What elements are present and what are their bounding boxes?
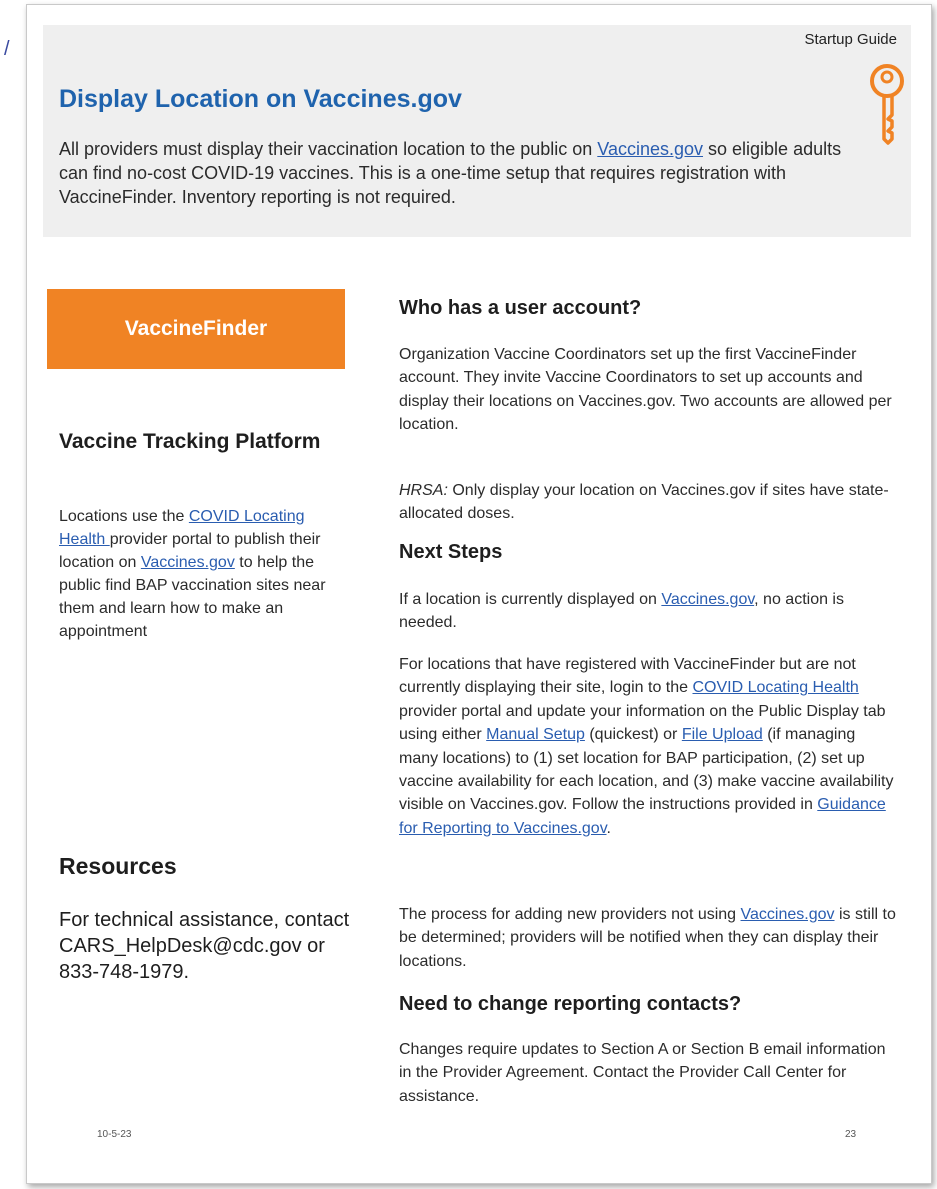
vaccines-gov-link[interactable]: Vaccines.gov [141, 554, 235, 571]
header-band: Startup Guide Display Location on Vaccin… [43, 25, 911, 237]
next-steps-heading: Next Steps [399, 541, 503, 563]
resources-text: For technical assistance, contact CARS_H… [59, 909, 350, 983]
next-steps-paragraph-3: The process for adding new providers not… [399, 906, 896, 970]
file-upload-link[interactable]: File Upload [682, 726, 763, 743]
contacts-paragraph: Changes require updates to Section A or … [399, 1041, 886, 1105]
who-heading: Who has a user account? [399, 297, 642, 319]
page-number: 23 [845, 1129, 857, 1140]
covid-locating-health-link[interactable]: COVID Locating Health [692, 679, 858, 696]
next-steps-paragraph-1: If a location is currently displayed on … [399, 591, 844, 632]
intro-paragraph: All providers must display their vaccina… [59, 139, 842, 207]
hrsa-paragraph: HRSA: Only display your location on Vacc… [399, 482, 889, 523]
who-paragraph: Organization Vaccine Coordinators set up… [399, 346, 892, 434]
startup-guide-label: Startup Guide [804, 31, 897, 48]
vaccines-gov-link[interactable]: Vaccines.gov [597, 139, 703, 159]
key-icon [870, 64, 904, 145]
platform-paragraph: Locations use the COVID Locating Health … [59, 508, 326, 640]
contacts-heading: Need to change reporting contacts? [399, 993, 742, 1015]
page-edge-mark: / [4, 38, 10, 60]
resources-heading: Resources [59, 853, 177, 879]
next-steps-paragraph-2: For locations that have registered with … [399, 656, 894, 837]
vaccines-gov-link[interactable]: Vaccines.gov [661, 591, 754, 608]
platform-heading: Vaccine Tracking Platform [59, 430, 321, 453]
footer-date: 10-5-23 [97, 1129, 132, 1140]
manual-setup-link[interactable]: Manual Setup [486, 726, 585, 743]
vaccines-gov-link[interactable]: Vaccines.gov [741, 906, 835, 923]
page-title: Display Location on Vaccines.gov [59, 85, 462, 113]
vaccinefinder-banner: VaccineFinder [47, 289, 345, 369]
document-page: Startup Guide Display Location on Vaccin… [26, 4, 932, 1184]
